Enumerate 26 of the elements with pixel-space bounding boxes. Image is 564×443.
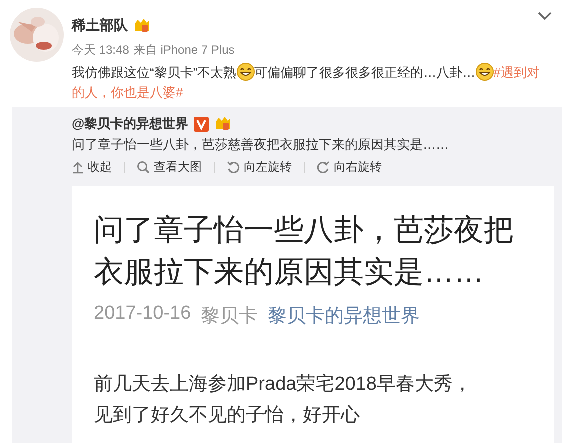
post-source: 来自 iPhone 7 Plus	[133, 42, 235, 59]
article-paragraph: 见到了好久不见的子怡，好开心	[94, 404, 361, 428]
grinning-emoji-icon	[236, 63, 255, 81]
article-author: 黎贝卡	[201, 305, 258, 329]
rotate-right-icon	[317, 161, 330, 174]
article-title: 衣服拉下来的原因其实是……	[94, 255, 485, 291]
article-paragraph: 前几天去上海参加Prada荣宅2018早春大秀，	[94, 373, 473, 397]
rotate-left-button[interactable]: 向左旋转	[227, 159, 292, 176]
account-link[interactable]: 黎贝卡的异想世界	[268, 303, 420, 329]
article-title: 问了章子怡一些八卦，芭莎夜把	[94, 213, 515, 249]
author-name[interactable]: 稀土部队	[72, 17, 128, 35]
rotate-right-button[interactable]: 向右旋转	[317, 159, 382, 176]
repost-author[interactable]: @黎贝卡的异想世界	[72, 115, 189, 133]
crown-badge-icon	[133, 18, 151, 34]
grinning-emoji-icon	[476, 63, 494, 81]
post-time: 今天 13:48	[72, 42, 130, 59]
chevron-down-icon[interactable]	[538, 12, 552, 21]
repost-text: 问了章子怡一些八卦，芭莎慈善夜把衣服拉下来的原因其实是……	[72, 136, 450, 154]
article-date: 2017-10-16	[94, 303, 192, 326]
search-icon	[137, 161, 150, 174]
rotate-left-icon	[227, 161, 240, 174]
post-text: 我仿佛跟这位“黎贝卡”不太熟 可偏偏聊了很多很多很正经的…八卦… #遇到对的人，你也是八婆#	[72, 63, 541, 102]
zoom-button[interactable]: 查看大图	[137, 159, 202, 176]
crown-badge-icon	[214, 116, 232, 132]
arrow-up-icon	[72, 161, 84, 174]
collapse-button[interactable]: 收起	[72, 159, 112, 176]
